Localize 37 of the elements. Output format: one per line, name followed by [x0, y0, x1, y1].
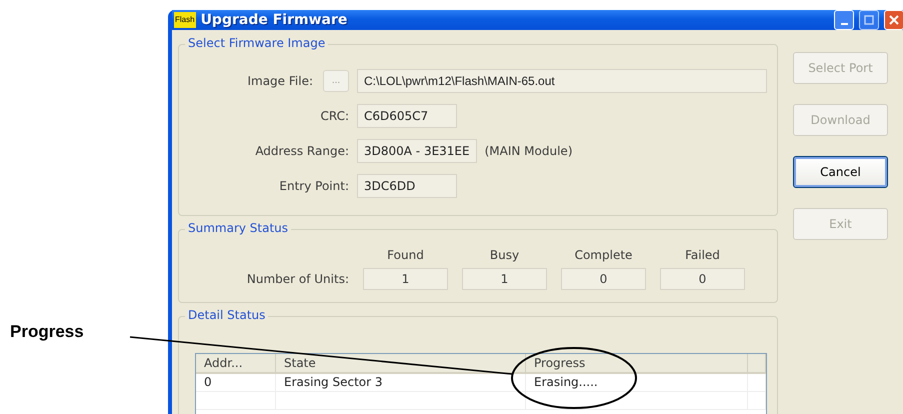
column-heading: Complete [574, 248, 632, 262]
field-label: Entry Point: [279, 178, 349, 192]
input-field[interactable]: 3DC6DD [357, 174, 457, 198]
table-cell: 0 [196, 374, 276, 392]
input-field[interactable]: C6D605C7 [357, 104, 457, 128]
close-button[interactable] [884, 10, 903, 30]
field-label: Number of Units: [246, 272, 349, 286]
callout-label: Progress [10, 322, 84, 342]
input-field[interactable]: C:\LOL\pwr\m12\Flash\MAIN-65.out [357, 68, 767, 92]
dialog-button[interactable]: Cancel [793, 156, 888, 188]
column-heading: Failed [685, 248, 720, 262]
table-cell: Erasing Sector 3 [276, 374, 526, 392]
field-label: CRC: [320, 108, 349, 122]
field-label: Image File: [247, 74, 313, 88]
count-field: 0 [561, 268, 646, 290]
app-icon: Flash [174, 12, 196, 28]
column-heading: Busy [490, 248, 520, 262]
input-field[interactable]: 3D800A - 3E31EE [357, 138, 477, 162]
count-field: 1 [363, 268, 448, 290]
minimize-button[interactable] [834, 10, 854, 30]
field-label: Address Range: [255, 144, 349, 158]
count-field: 1 [462, 268, 547, 290]
column-header[interactable]: Addr... [196, 354, 276, 374]
window-title: Upgrade Firmware [200, 12, 348, 28]
table-cell: Erasing..... [526, 374, 748, 392]
count-field: 0 [660, 268, 745, 290]
group-title: Detail Status [185, 308, 268, 322]
column-header[interactable]: State [276, 354, 526, 374]
group-title: Summary Status [185, 221, 292, 235]
column-heading: Found [387, 248, 424, 262]
group-title: Select Firmware Image [185, 36, 328, 50]
column-header[interactable]: Progress [526, 354, 748, 374]
minimize-icon [840, 22, 848, 24]
maximize-icon [864, 15, 874, 25]
close-icon [889, 15, 899, 25]
maximize-button[interactable] [859, 10, 879, 30]
module-note: (MAIN Module) [484, 144, 572, 158]
